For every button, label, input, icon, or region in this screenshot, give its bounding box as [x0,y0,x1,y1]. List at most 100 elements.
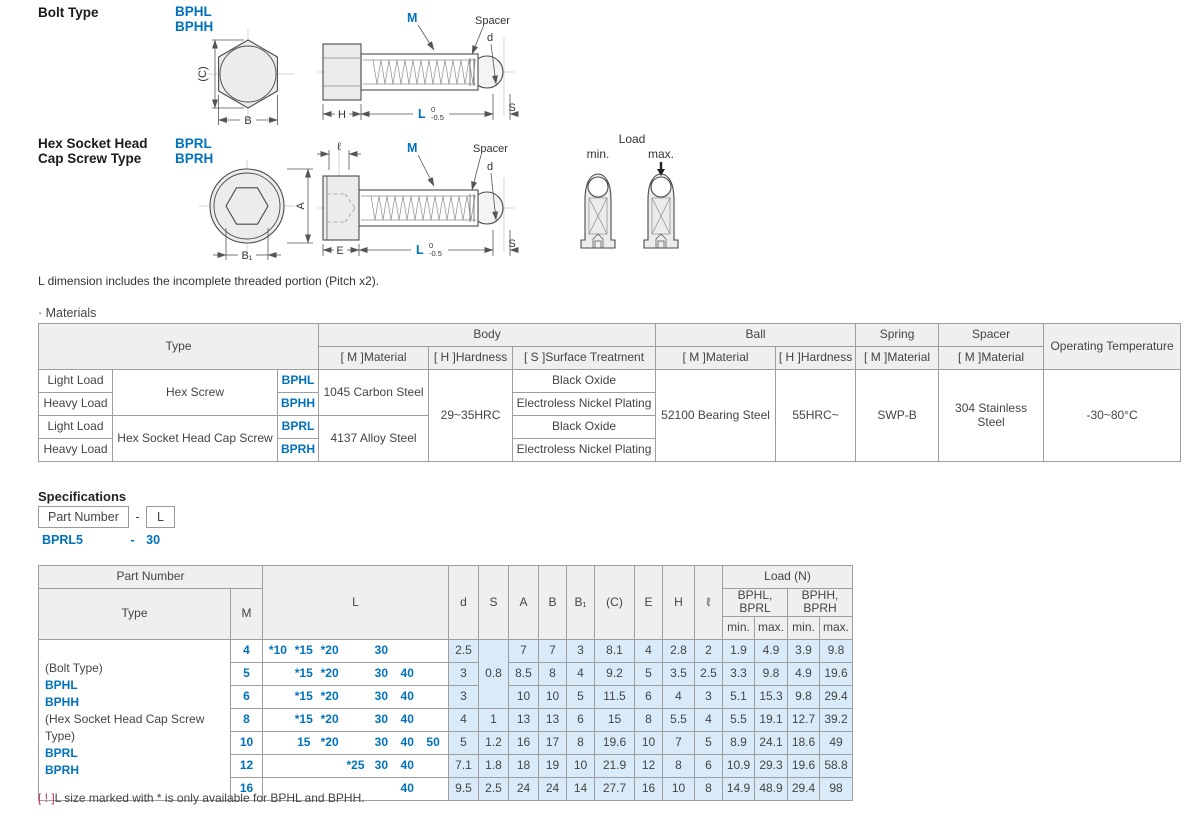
load-min-max-diagram: Load min. max. [562,130,702,254]
dim-label-a: A [295,202,307,210]
load2-max-cell: 19.6 [820,662,853,685]
body-surface-header: [ S ]Surface Treatment [513,347,656,370]
model-code-cell[interactable]: BPHH [278,393,319,416]
dim-label-h: H [338,109,346,121]
s-cell: 0.8 [479,639,509,708]
load2-min-cell: 19.6 [788,754,820,777]
ball-dia-label: d [487,32,493,44]
materials-spring-header: Spring [856,324,939,347]
spec-table: Part Number L d S A B B₁ (C) E H ℓ Load … [38,565,853,801]
type-line: (Hex Socket Head Cap Screw Type) [45,711,228,745]
dim-label-s-cap: S [508,238,515,250]
b-cell: 7 [539,639,567,662]
min-header: min. [788,616,820,639]
d-cell: 3 [449,685,479,708]
dim-label-l-tol-lower-cap: -0.5 [429,249,442,258]
a-col-header: A [509,566,539,640]
ell-cell: 5 [695,731,723,754]
m-cell: 10 [231,731,263,754]
a-cell: 13 [509,708,539,731]
type-header: Type [39,589,231,640]
l-cell: *15*203040 [263,662,449,685]
c-cell: 15 [595,708,635,731]
type-model-bprl[interactable]: BPRL [45,745,228,762]
load2-min-cell: 12.7 [788,708,820,731]
e-col-header: E [635,566,663,640]
materials-heading: · Materials [38,306,96,320]
catalog-page: Bolt Type BPHL BPHH Hex Socket Head Cap … [0,0,1185,819]
ell-cell: 4 [695,708,723,731]
d-cell: 7.1 [449,754,479,777]
a-cell: 16 [509,731,539,754]
load-class-cell: Heavy Load [39,439,113,462]
example-part-number: BPRL5 [42,533,127,547]
d-cell: 5 [449,731,479,754]
footnote-text: L size marked with * is only available f… [55,791,365,805]
load1-min-cell: 8.9 [723,731,755,754]
surface-treatment-cell: Electroless Nickel Plating [513,393,656,416]
b-cell: 19 [539,754,567,777]
h-col-header: H [663,566,695,640]
screw-name-cell: Hex Socket Head Cap Screw [113,416,278,462]
socket-front-view-drawing: B₁ A [195,158,320,266]
ball-dia-label-cap: d [487,161,493,173]
type-cell: (Bolt Type) BPHL BPHH (Hex Socket Head C… [39,639,231,800]
load-group2-header: BPHH, BPRH [788,589,853,617]
load2-max-cell: 29.4 [820,685,853,708]
body-material-header: [ M ]Material [319,347,429,370]
type-model-bphh[interactable]: BPHH [45,694,228,711]
load2-max-cell: 58.8 [820,754,853,777]
materials-spacer-header: Spacer [939,324,1044,347]
m-cell: 6 [231,685,263,708]
body-hardness-cell: 29~35HRC [429,370,513,462]
d-cell: 3 [449,662,479,685]
load2-max-cell: 98 [820,777,853,800]
b1-col-header: B₁ [567,566,595,640]
load2-min-cell: 4.9 [788,662,820,685]
ball-material-header: [ M ]Material [656,347,776,370]
dim-label-s: S [508,102,515,114]
min-header: min. [723,616,755,639]
b-cell: 10 [539,685,567,708]
thread-label-m: M [407,11,417,25]
part-number-dash: - [135,510,139,524]
load2-min-cell: 3.9 [788,639,820,662]
surface-treatment-cell: Electroless Nickel Plating [513,439,656,462]
type-model-bphl[interactable]: BPHL [45,677,228,694]
load-label: Load [619,132,646,146]
a-cell: 7 [509,639,539,662]
model-code-cell[interactable]: BPRL [278,416,319,439]
d-cell: 4 [449,708,479,731]
b-col-header: B [539,566,567,640]
a-cell: 10 [509,685,539,708]
part-number-header: Part Number [39,566,263,589]
d-cell: 2.5 [449,639,479,662]
load-n-header: Load (N) [723,566,853,589]
materials-type-header: Type [39,324,319,370]
dim-label-e: E [336,245,343,257]
model-code-cell[interactable]: BPHL [278,370,319,393]
dim-label-l-tol-lower: -0.5 [431,113,444,122]
h-cell: 7 [663,731,695,754]
c-cell: 21.9 [595,754,635,777]
thread-label-m-cap: M [407,141,417,155]
load2-max-cell: 49 [820,731,853,754]
load1-max-cell: 15.3 [755,685,788,708]
ell-cell: 3 [695,685,723,708]
load1-max-cell: 24.1 [755,731,788,754]
model-code-cell[interactable]: BPRH [278,439,319,462]
load1-max-cell: 4.9 [755,639,788,662]
b1-cell: 3 [567,639,595,662]
type-model-bprh[interactable]: BPRH [45,762,228,779]
body-material-cell: 1045 Carbon Steel [319,370,429,416]
load1-min-cell: 5.5 [723,708,755,731]
dim-label-ell: ℓ [337,141,341,153]
e-cell: 16 [635,777,663,800]
ball-material-cell: 52100 Bearing Steel [656,370,776,462]
m-cell: 4 [231,639,263,662]
type-line: (Bolt Type) [45,660,228,677]
s-col-header: S [479,566,509,640]
plunger-max-figure [644,174,678,248]
part-number-box: Part Number [38,506,129,528]
b1-cell: 10 [567,754,595,777]
